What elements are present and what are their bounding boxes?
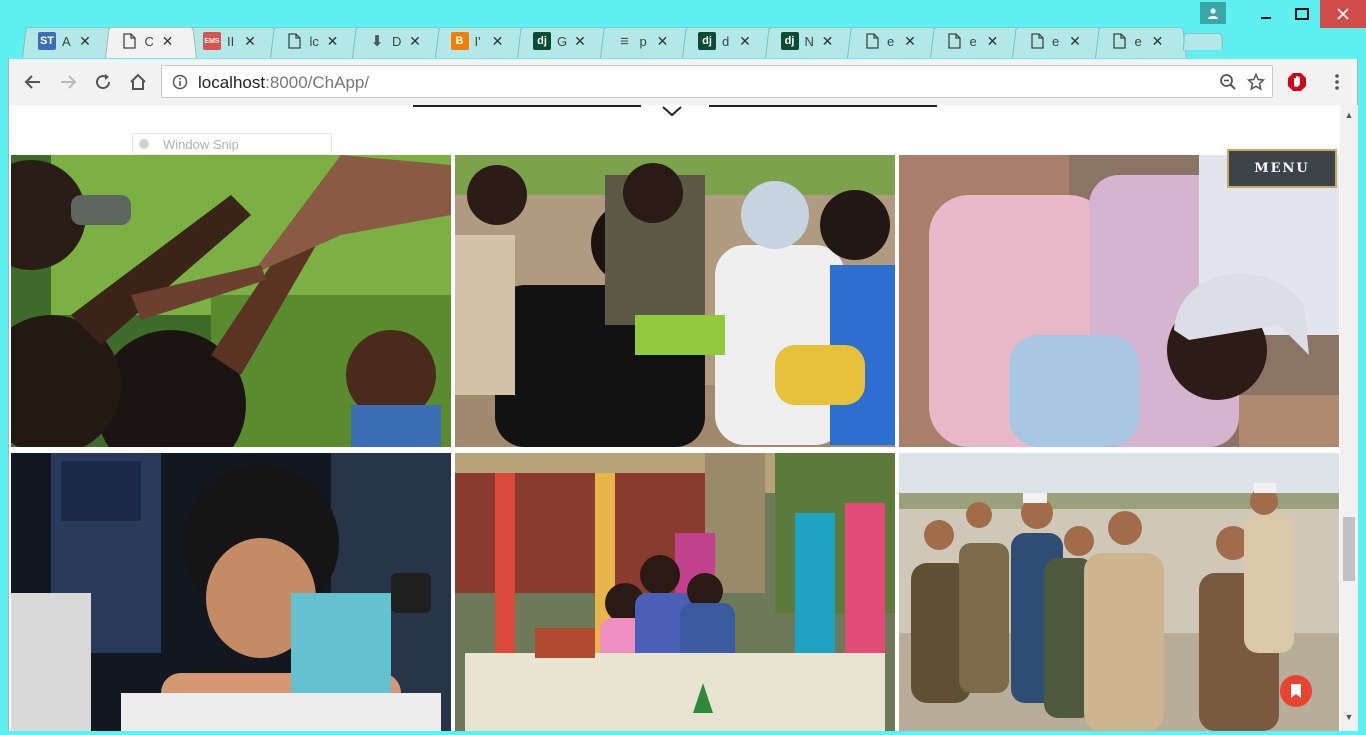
tab-close-icon[interactable]: ✕ [161,33,175,50]
vertical-scrollbar[interactable]: ▲ ▼ [1340,105,1358,731]
tab-close-icon[interactable]: ✕ [326,33,340,50]
tab-close-icon[interactable]: ✕ [78,33,92,50]
url-host: localhost [198,73,266,92]
url-path: :8000/ChApp/ [265,73,370,92]
django-icon: dj [533,32,551,50]
tab-content-1: ST A ✕ [38,28,92,54]
tab-content-3: EMS II ✕ [203,28,257,54]
tab-close-icon[interactable]: ✕ [903,33,917,50]
bookmark-star-icon[interactable] [1246,72,1266,92]
scroll-thumb[interactable] [1343,517,1355,581]
photo-children-sitting [455,155,895,447]
tab-content-2: C ✕ [121,28,175,54]
browser-toolbar: localhost:8000/ChApp/ [8,59,1358,105]
zoom-out-icon[interactable] [1218,72,1238,92]
tab-close-icon[interactable]: ✕ [1151,33,1165,50]
tab-title: e [1134,33,1142,49]
tab-title: p [639,33,647,49]
page-icon [946,32,964,50]
home-icon[interactable] [124,68,152,96]
page-icon [1111,32,1129,50]
download-icon: ⬇ [370,33,384,50]
window-controls [1248,0,1366,28]
tab-content-11: e ✕ [863,28,917,54]
tab-close-icon[interactable]: ✕ [821,33,835,50]
tab-title: C [144,33,154,49]
scroll-down-icon[interactable]: ▼ [1340,709,1358,725]
address-bar[interactable]: localhost:8000/ChApp/ [161,65,1273,98]
stackoverflow-icon: ≡ [620,32,629,50]
tab-close-icon[interactable]: ✕ [1068,33,1082,50]
snip-dot-icon [139,139,149,149]
bookmark-icon [1291,684,1301,698]
minimize-icon[interactable] [1248,0,1284,28]
ems-icon: EMS [203,32,221,50]
blogger-icon: B [450,32,469,50]
forward-arrow-icon[interactable] [54,68,82,96]
photo-girls-laughing [455,453,895,731]
blue-doc-icon: ST [38,32,56,50]
url-text: localhost:8000/ChApp/ [198,73,369,93]
back-arrow-icon[interactable] [19,68,47,96]
maximize-icon[interactable] [1284,0,1320,28]
info-icon[interactable] [170,72,190,92]
photo-children-hands [11,155,451,447]
snip-label: Window Snip [163,136,239,152]
chevron-down-icon[interactable] [661,105,683,121]
page-icon [286,32,304,50]
adblock-extension-icon[interactable] [1283,68,1311,96]
page-icon [1028,32,1046,50]
tab-title: e [1052,33,1060,49]
tab-content-12: e ✕ [946,28,1000,54]
tab-close-icon[interactable]: ✕ [573,33,587,50]
tab-title: d [722,33,730,49]
tab-title: I' [474,33,481,49]
tab-title: e [887,33,895,49]
tab-content-6: B I' ✕ [450,28,505,54]
tab-content-4: lc ✕ [286,28,340,54]
profile-icon[interactable] [1200,2,1226,24]
photo-child-white-cap [899,155,1339,447]
header-divider-left [413,105,641,107]
close-window-icon[interactable] [1320,0,1366,28]
tab-title: G [557,33,567,49]
tab-strip: ST A ✕ C ✕ EMS II ✕ lc ✕ ⬇ D ✕ B I' ✕ dj G ✕ ≡ p ✕ dj d ✕ dj N ✕ e ✕ e… [0,0,1366,60]
tab-close-icon[interactable]: ✕ [408,33,422,50]
tab-close-icon[interactable]: ✕ [986,33,1000,50]
django-icon: dj [698,32,716,50]
tab-title: lc [309,33,319,49]
tab-close-icon[interactable]: ✕ [738,33,752,50]
chrome-menu-icon[interactable] [1323,68,1351,96]
menu-button[interactable]: MENU [1227,149,1337,188]
window-snip-overlay: Window Snip [132,133,332,155]
tab-content-13: e ✕ [1028,28,1082,54]
tab-content-10: dj N ✕ [780,28,835,54]
django-icon: dj [780,32,799,50]
tab-close-icon[interactable]: ✕ [243,33,257,50]
page-icon [863,32,881,50]
tab-close-icon[interactable]: ✕ [656,33,670,50]
tab-content-5: ⬇ D ✕ [368,28,422,54]
page-icon [121,32,139,50]
tab-title: e [969,33,977,49]
new-tab-button[interactable] [1183,32,1223,50]
photo-boys-group [899,453,1339,731]
page-viewport: Window Snip MENU ▲ ▼ [8,105,1358,731]
tab-content-7: dj G ✕ [533,28,587,54]
reload-icon[interactable] [89,68,117,96]
tab-title: N [804,33,814,49]
menu-button-label: MENU [1254,161,1310,176]
tab-title: II [227,33,235,49]
scroll-up-icon[interactable]: ▲ [1340,107,1358,123]
tab-content-9: dj d ✕ [698,28,752,54]
tab-content-14: e ✕ [1111,28,1165,54]
bookmark-float-button[interactable] [1280,675,1312,707]
tab-title: A [62,33,71,49]
tab-close-icon[interactable]: ✕ [491,33,505,50]
browser-window: ST A ✕ C ✕ EMS II ✕ lc ✕ ⬇ D ✕ B I' ✕ dj G ✕ ≡ p ✕ dj d ✕ dj N ✕ e ✕ e… [0,0,1366,735]
header-divider-right [709,105,937,107]
photo-boy-resting [11,453,451,731]
tab-content-8: ≡ p ✕ [616,28,670,54]
tab-title: D [392,33,402,49]
